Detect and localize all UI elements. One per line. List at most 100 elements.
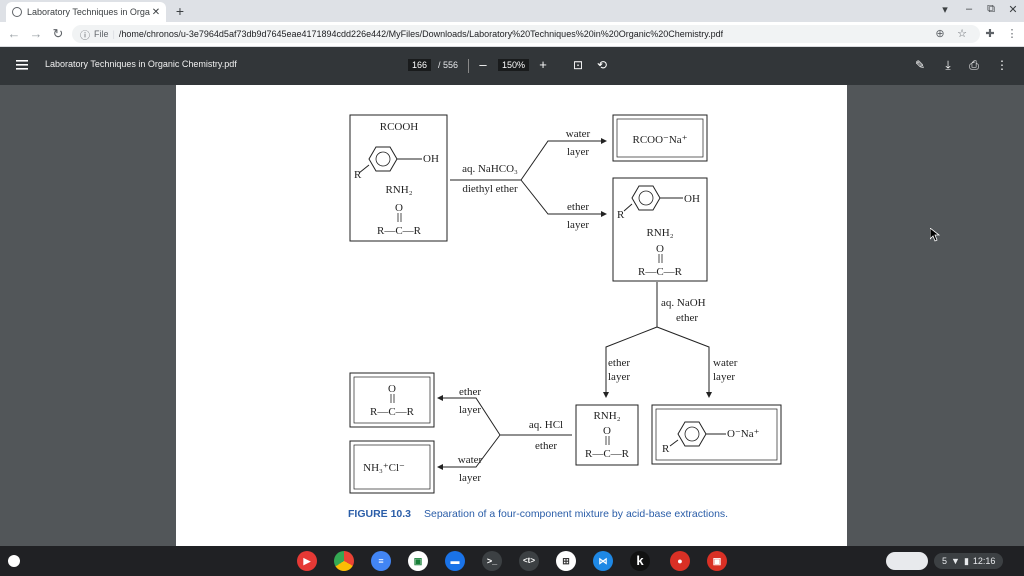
window-close-button[interactable]: ✕ xyxy=(1006,3,1020,16)
pdf-toolbar: Laboratory Techniques in Organic Chemist… xyxy=(0,47,1024,85)
box-ketone xyxy=(349,372,435,428)
label-carbonyl-o-2: O xyxy=(656,243,664,255)
label-rcoo-na: RCOO⁻Na⁺ xyxy=(633,134,688,146)
pdf-more-icon[interactable]: ⋮ xyxy=(994,58,1010,74)
app-files-icon[interactable]: ▬ xyxy=(445,551,465,571)
toolbar-divider xyxy=(468,59,469,73)
restore-button[interactable]: ⧉ xyxy=(984,3,998,16)
zoom-in-button[interactable]: + xyxy=(536,57,550,72)
battery-icon: ▮ xyxy=(963,556,969,566)
notification-count-badge: 5 xyxy=(942,556,948,566)
zoom-icon[interactable]: ⊕ xyxy=(932,26,948,42)
browser-toolbar: ← → ↻ ⓘ File | /home/chronos/u-3e7964d5a… xyxy=(0,22,1024,47)
label-phenoxide-o: O⁻Na⁺ xyxy=(727,428,760,440)
label-ammonium-chloride: NH₃⁺Cl⁻ xyxy=(363,462,405,474)
tab-search-icon[interactable]: ▾ xyxy=(938,3,952,16)
rotate-icon[interactable]: ⟲ xyxy=(594,58,610,74)
zoom-level-input[interactable]: 150% xyxy=(498,59,530,71)
new-tab-button[interactable]: + xyxy=(172,3,188,19)
hamburger-menu-icon[interactable] xyxy=(15,58,29,72)
app-text-icon[interactable]: <t> xyxy=(519,551,539,571)
branch1-ether-label: ether xyxy=(567,201,589,213)
tab-title: Laboratory Techniques in Organ xyxy=(27,7,150,17)
branch3-water-layer: layer xyxy=(459,472,481,484)
figure-caption: Separation of a four-component mixture b… xyxy=(424,508,728,520)
print-icon[interactable]: ⎙ xyxy=(966,58,982,74)
annotate-pen-icon[interactable]: ✎ xyxy=(912,58,928,74)
reagent-naoh: aq. NaOH xyxy=(661,297,706,309)
figure-label: FIGURE 10.3 xyxy=(348,508,411,520)
label-amine-1: RNH₂ xyxy=(385,184,412,196)
label-ketone-4: R—C—R xyxy=(370,406,415,418)
benzene-ring-icon xyxy=(358,146,422,174)
reagent-nahco3: aq. NaHCO₃ xyxy=(462,163,518,175)
solvent-ether-3: ether xyxy=(535,440,557,452)
label-ketone-2: R—C—R xyxy=(638,266,683,278)
label-amine-2: RNH₂ xyxy=(646,227,673,239)
mouse-cursor-icon xyxy=(930,228,940,242)
app-vscode-icon[interactable]: ⋈ xyxy=(593,551,613,571)
wifi-icon: ▼ xyxy=(951,556,960,566)
branch1-water-label: water xyxy=(566,128,591,140)
zoom-out-button[interactable]: – xyxy=(476,57,490,72)
branch3-ether-layer: layer xyxy=(459,404,481,416)
solvent-diethyl-ether: diethyl ether xyxy=(462,183,518,195)
label-r-2: R xyxy=(617,209,625,221)
page-number-input[interactable]: 166 xyxy=(408,59,432,71)
branch1-ether-layer: layer xyxy=(567,219,589,231)
bookmark-star-icon[interactable]: ☆ xyxy=(954,26,970,42)
tab-close-button[interactable]: ✕ xyxy=(150,7,162,18)
app-linux-icon[interactable]: ⊞ xyxy=(556,551,576,571)
reload-icon[interactable]: ↻ xyxy=(50,26,66,42)
label-r-1: R xyxy=(354,169,362,181)
app-docs-icon[interactable]: ≡ xyxy=(371,551,391,571)
branch2-ether-label: ether xyxy=(608,357,630,369)
browser-tab[interactable]: Laboratory Techniques in Organ ✕ xyxy=(6,2,166,22)
forward-icon[interactable]: → xyxy=(28,26,44,42)
app-meet-icon[interactable]: ▣ xyxy=(408,551,428,571)
label-oh-2: OH xyxy=(684,193,700,205)
label-carbonyl-o-4: O xyxy=(388,383,396,395)
branch2-water-layer: layer xyxy=(713,371,735,383)
reagent-hcl: aq. HCl xyxy=(529,419,563,431)
info-icon[interactable]: ⓘ xyxy=(80,27,90,42)
page-total: / 556 xyxy=(438,60,459,70)
benzene-ring-icon xyxy=(669,421,726,447)
label-amine-3: RNH₂ xyxy=(593,410,620,422)
label-r-3: R xyxy=(662,443,670,455)
pdf-file-name: Laboratory Techniques in Organic Chemist… xyxy=(45,59,237,69)
os-shelf: ▶ ≡ ▣ ▬ >_ <t> ⊞ ⋈ k ● ▣ 5 ▼ ▮ 12:16 xyxy=(0,546,1024,576)
holding-space-tray[interactable] xyxy=(886,552,928,570)
url-text[interactable]: /home/chronos/u-3e7964d5af73db9d7645eae4… xyxy=(119,29,723,39)
app-screencast-icon[interactable]: ▣ xyxy=(707,551,727,571)
minimize-button[interactable]: – xyxy=(962,3,976,15)
branch2-ether-layer: layer xyxy=(608,371,630,383)
pdf-page: RCOOH OH R RNH₂ O R—C—R aq. NaHCO₃ dieth… xyxy=(176,85,847,546)
app-recorder-icon[interactable]: ● xyxy=(670,551,690,571)
app-terminal-icon[interactable]: >_ xyxy=(482,551,502,571)
address-bar[interactable]: ⓘ File | /home/chronos/u-3e7964d5af73db9… xyxy=(72,25,980,43)
branch1-water-layer: layer xyxy=(567,146,589,158)
fit-page-icon[interactable]: ⊡ xyxy=(570,58,586,74)
status-area[interactable]: 5 ▼ ▮ 12:16 xyxy=(934,553,1004,569)
back-icon[interactable]: ← xyxy=(6,26,22,42)
solvent-ether-2: ether xyxy=(676,312,698,324)
browser-menu-icon[interactable]: ⋮ xyxy=(1004,26,1020,42)
app-youtube-icon[interactable]: ▶ xyxy=(297,551,317,571)
app-chrome-icon[interactable] xyxy=(334,551,354,571)
app-k-icon[interactable]: k xyxy=(630,551,650,571)
extensions-icon[interactable]: ✚ xyxy=(982,26,998,42)
label-ketone-3: R—C—R xyxy=(585,448,630,460)
tab-strip: Laboratory Techniques in Organ ✕ + ▾ – ⧉… xyxy=(0,0,1024,22)
branch2-water-label: water xyxy=(713,357,738,369)
url-divider: | xyxy=(112,29,115,39)
box-mixture xyxy=(349,114,448,242)
branch3-ether-label: ether xyxy=(459,386,481,398)
launcher-icon[interactable] xyxy=(8,555,20,567)
globe-icon xyxy=(12,7,22,17)
label-rcooh: RCOOH xyxy=(380,121,419,133)
file-chip: File xyxy=(94,29,109,39)
download-icon[interactable]: ⤓ xyxy=(940,58,956,74)
branch3-water-label: water xyxy=(458,454,483,466)
label-ketone-1: R—C—R xyxy=(377,225,422,237)
